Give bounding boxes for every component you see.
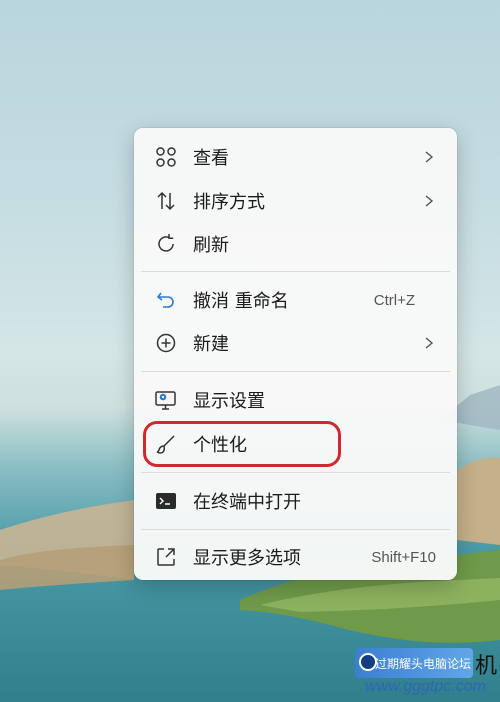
refresh-icon bbox=[154, 232, 178, 256]
menu-item-undo-rename[interactable]: 撤消 重命名 Ctrl+Z bbox=[142, 280, 449, 320]
menu-item-view[interactable]: 查看 bbox=[142, 137, 449, 177]
chevron-right-icon bbox=[425, 337, 434, 349]
menu-item-label: 显示更多选项 bbox=[193, 548, 301, 569]
context-menu: 查看 排序方式 刷新 撤消 重命名 Ctrl+Z 新建 显示设置 个性化 在终端… bbox=[134, 128, 457, 580]
shortcut-text: Shift+F10 bbox=[371, 548, 436, 566]
menu-separator bbox=[141, 271, 450, 272]
undo-icon bbox=[154, 288, 178, 312]
terminal-icon bbox=[154, 489, 178, 513]
menu-item-label: 显示设置 bbox=[193, 391, 265, 412]
plus-circle-icon bbox=[154, 331, 178, 355]
menu-item-open-in-terminal[interactable]: 在终端中打开 bbox=[142, 481, 449, 521]
menu-item-label: 刷新 bbox=[193, 235, 229, 256]
watermark-site-name: 过期耀头电脑论坛 bbox=[375, 656, 472, 671]
menu-item-refresh[interactable]: 刷新 bbox=[142, 224, 449, 264]
menu-item-label: 撤消 重命名 bbox=[193, 291, 289, 312]
menu-separator bbox=[141, 472, 450, 473]
menu-separator bbox=[141, 371, 450, 372]
annotation-highlight-box bbox=[143, 421, 341, 467]
watermark: 过期耀头电脑论坛 机 www.gggtpc.com bbox=[355, 648, 500, 702]
menu-item-label: 排序方式 bbox=[193, 192, 265, 213]
menu-item-label: 在终端中打开 bbox=[193, 492, 301, 513]
menu-item-label: 查看 bbox=[193, 148, 229, 169]
menu-separator bbox=[141, 529, 450, 530]
watermark-badge: 过期耀头电脑论坛 bbox=[355, 648, 473, 678]
watermark-trailing-char: 机 bbox=[475, 654, 498, 679]
menu-item-display-settings[interactable]: 显示设置 bbox=[142, 380, 449, 420]
sort-icon bbox=[154, 189, 178, 213]
watermark-url: www.gggtpc.com bbox=[365, 678, 486, 695]
more-options-icon bbox=[154, 545, 178, 569]
grid-icon bbox=[154, 145, 178, 169]
chevron-right-icon bbox=[425, 195, 434, 207]
menu-item-new[interactable]: 新建 bbox=[142, 323, 449, 363]
menu-item-label: 新建 bbox=[193, 334, 229, 355]
menu-item-sort-by[interactable]: 排序方式 bbox=[142, 181, 449, 221]
display-settings-icon bbox=[154, 388, 178, 412]
chevron-right-icon bbox=[425, 151, 434, 163]
site-logo-icon bbox=[359, 653, 377, 671]
menu-item-show-more-options[interactable]: 显示更多选项 Shift+F10 bbox=[142, 537, 449, 577]
shortcut-text: Ctrl+Z bbox=[373, 291, 415, 309]
